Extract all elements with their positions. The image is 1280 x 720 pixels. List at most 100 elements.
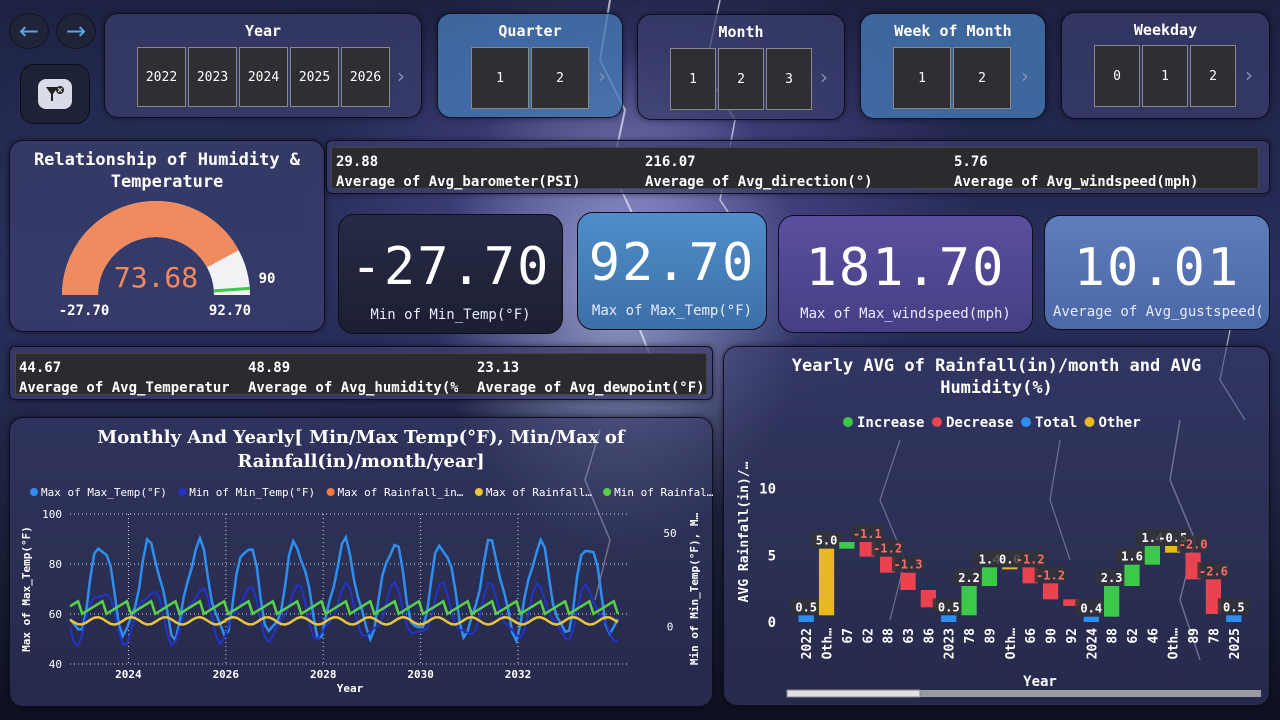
legend-marker [843,417,853,427]
horizontal-scrollbar-thumb[interactable] [786,689,921,698]
month-option[interactable]: 3 [766,48,812,110]
week-option[interactable]: 1 [893,47,951,109]
waterfall-chart: Increase Decrease Total Other 0 5 10 AVG Rainfa… [737,415,1261,698]
legend-label: Total [1035,415,1077,431]
x-tick-label: Oth… [1004,628,1019,659]
legend-marker [30,488,38,496]
chevron-right-icon[interactable]: › [598,64,606,88]
legend-marker [932,417,942,427]
y-tick-label: 60 [49,608,62,621]
forward-button[interactable]: → [56,13,96,49]
data-label: -2.6 [1199,564,1228,578]
data-label: -1.2 [873,542,902,556]
chevron-right-icon[interactable]: › [1021,64,1029,88]
data-label: -1.2 [1036,568,1065,582]
x-tick-label: 89 [983,628,998,644]
waterfall-bar [1002,567,1018,570]
data-label: -2.0 [1179,538,1208,552]
waterfall-bar [1226,615,1242,622]
x-tick-label: 86 [922,628,937,644]
legend-marker [603,488,612,496]
legend-marker [326,488,335,496]
series-line-min-temp [69,579,618,648]
weekday-option[interactable]: 0 [1094,45,1140,107]
week-slicer-title: Week of Month [894,22,1012,40]
rainfall-waterfall-chart-panel: Yearly AVG of Rainfall(in)/month and AVG… [723,346,1270,706]
gauge-max-label: 92.70 [209,303,251,319]
y-tick-label: 5 [768,548,776,564]
year-option[interactable]: 2022 [137,47,186,107]
data-label: -1.3 [894,558,923,572]
legend-label: Max of Rainfall… [486,486,592,499]
x-tick-label: 2032 [505,668,532,681]
year-slicer: Year 2022 2023 2024 2025 2026 › [104,13,422,118]
data-label: 0.5 [938,600,960,614]
clear-filters-button[interactable] [20,64,90,124]
quarter-slicer: Quarter 1 2 › [437,13,623,118]
series-line-rainfall-max [69,615,619,626]
month-option[interactable]: 1 [670,48,716,110]
waterfall-bar [941,615,957,622]
stat-dewpoint: 23.13 Average of Avg_dewpoint(°F) [477,358,705,398]
stat-temperature: 44.67 Average of Avg_Temperature(°F) [19,358,229,398]
quarter-slicer-title: Quarter [498,22,562,40]
x-axis-title: Year [337,682,364,695]
series-line-rainfall-min [69,599,619,616]
chevron-right-icon[interactable]: › [1245,63,1253,87]
year-option[interactable]: 2025 [290,47,339,107]
legend-label: Min of Min_Temp(°F) [189,486,315,499]
year-option[interactable]: 2023 [188,47,237,107]
weekday-option[interactable]: 2 [1190,45,1236,107]
line-chart-title-line1: Monthly And Yearly[ Min/Max Temp(°F), Mi… [97,427,625,448]
quarter-option[interactable]: 2 [531,47,589,109]
x-axis-title: Year [1023,674,1057,690]
x-tick-label: Oth… [1167,628,1182,659]
arrow-left-icon: ← [18,17,40,45]
x-tick-label: 66 [1024,628,1039,644]
legend-label: Max of Rainfall_in… [338,486,464,499]
week-of-month-slicer: Week of Month 1 2 › [860,13,1046,119]
month-option[interactable]: 2 [718,48,764,110]
y2-tick-label: 0 [667,621,674,634]
x-tick-label: 2025 [1228,628,1243,659]
stat-label: Average of Avg_barometer(PSI) [336,174,581,190]
waterfall-bar [818,548,835,616]
x-tick-label: 46 [1146,628,1161,644]
waterfall-bar [900,572,916,590]
data-label: 1.6 [1121,550,1143,564]
kpi-value: -27.70 [350,237,551,297]
legend-marker [178,488,187,496]
weekday-option[interactable]: 1 [1142,45,1188,107]
kpi-label: Min of Min_Temp(°F) [370,307,531,323]
year-option[interactable]: 2026 [341,47,390,107]
chevron-right-icon[interactable]: › [397,64,405,88]
x-tick-label: 2022 [800,628,815,659]
year-option[interactable]: 2024 [239,47,288,107]
waterfall-bar [839,542,855,549]
waterfall-title-line1: Yearly AVG of Rainfall(in)/month and AVG [791,356,1202,376]
stat-value: 29.88 [336,154,379,170]
x-tick-label: 62 [861,628,876,644]
legend-label: Decrease [946,415,1013,431]
back-button[interactable]: ← [9,13,49,49]
x-tick-label: 92 [1065,628,1080,644]
y-tick-label: 0 [768,615,776,631]
stat-value: 216.07 [645,154,696,170]
stat-label: Average of Avg_humidity(%) [248,380,458,396]
quarter-option[interactable]: 1 [471,47,529,109]
summary-stats-mid: 44.67 Average of Avg_Temperature(°F) 48.… [9,346,713,400]
data-label: 2.2 [958,571,980,585]
week-option[interactable]: 2 [953,47,1011,109]
waterfall-bar [1124,564,1140,586]
gauge-value: 73.68 [114,261,198,294]
gauge-target-label: 90 [259,271,276,287]
waterfall-bar [961,586,977,616]
stat-value: 44.67 [19,360,62,376]
chevron-right-icon[interactable]: › [820,65,828,89]
kpi-value: 10.01 [1073,238,1241,298]
year-slicer-title: Year [244,22,282,40]
x-tick-label: 2030 [407,668,434,681]
data-label: -1.1 [853,527,882,541]
filter-clear-icon [38,79,72,109]
legend-label: Max of Max_Temp(°F) [41,486,167,499]
